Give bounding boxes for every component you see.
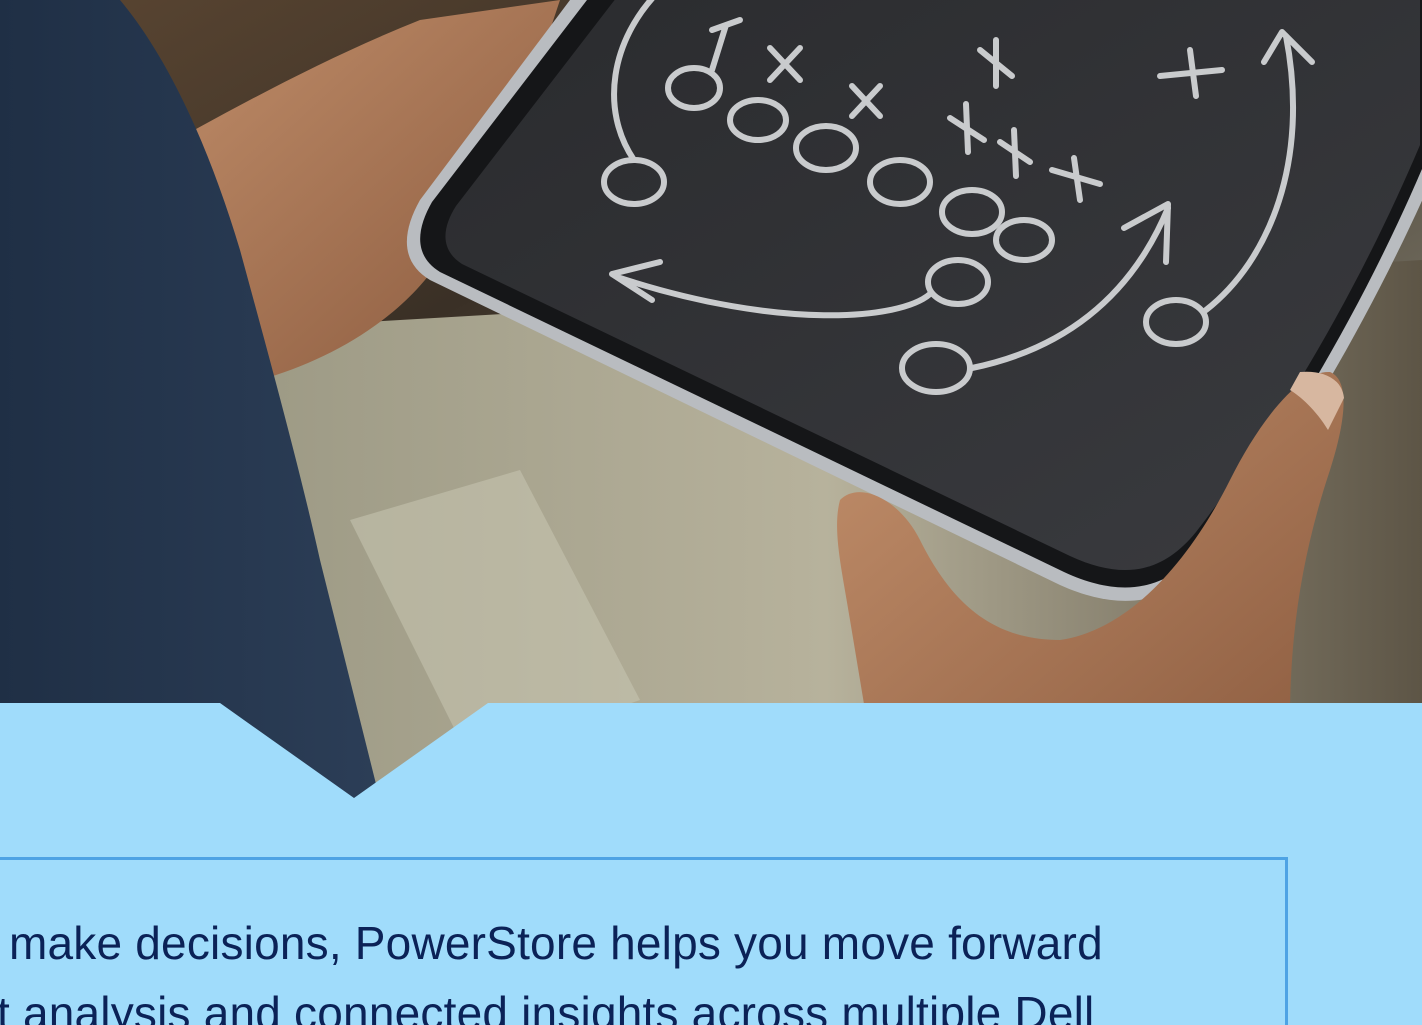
quote-box: make decisions, PowerStore helps you mov…: [0, 857, 1288, 1025]
quote-text: make decisions, PowerStore helps you mov…: [0, 908, 1269, 1025]
quote-line-1: make decisions, PowerStore helps you mov…: [9, 917, 1103, 969]
page: make decisions, PowerStore helps you mov…: [0, 0, 1422, 1025]
quote-line-2: t analysis and connected insights across…: [0, 987, 1095, 1025]
